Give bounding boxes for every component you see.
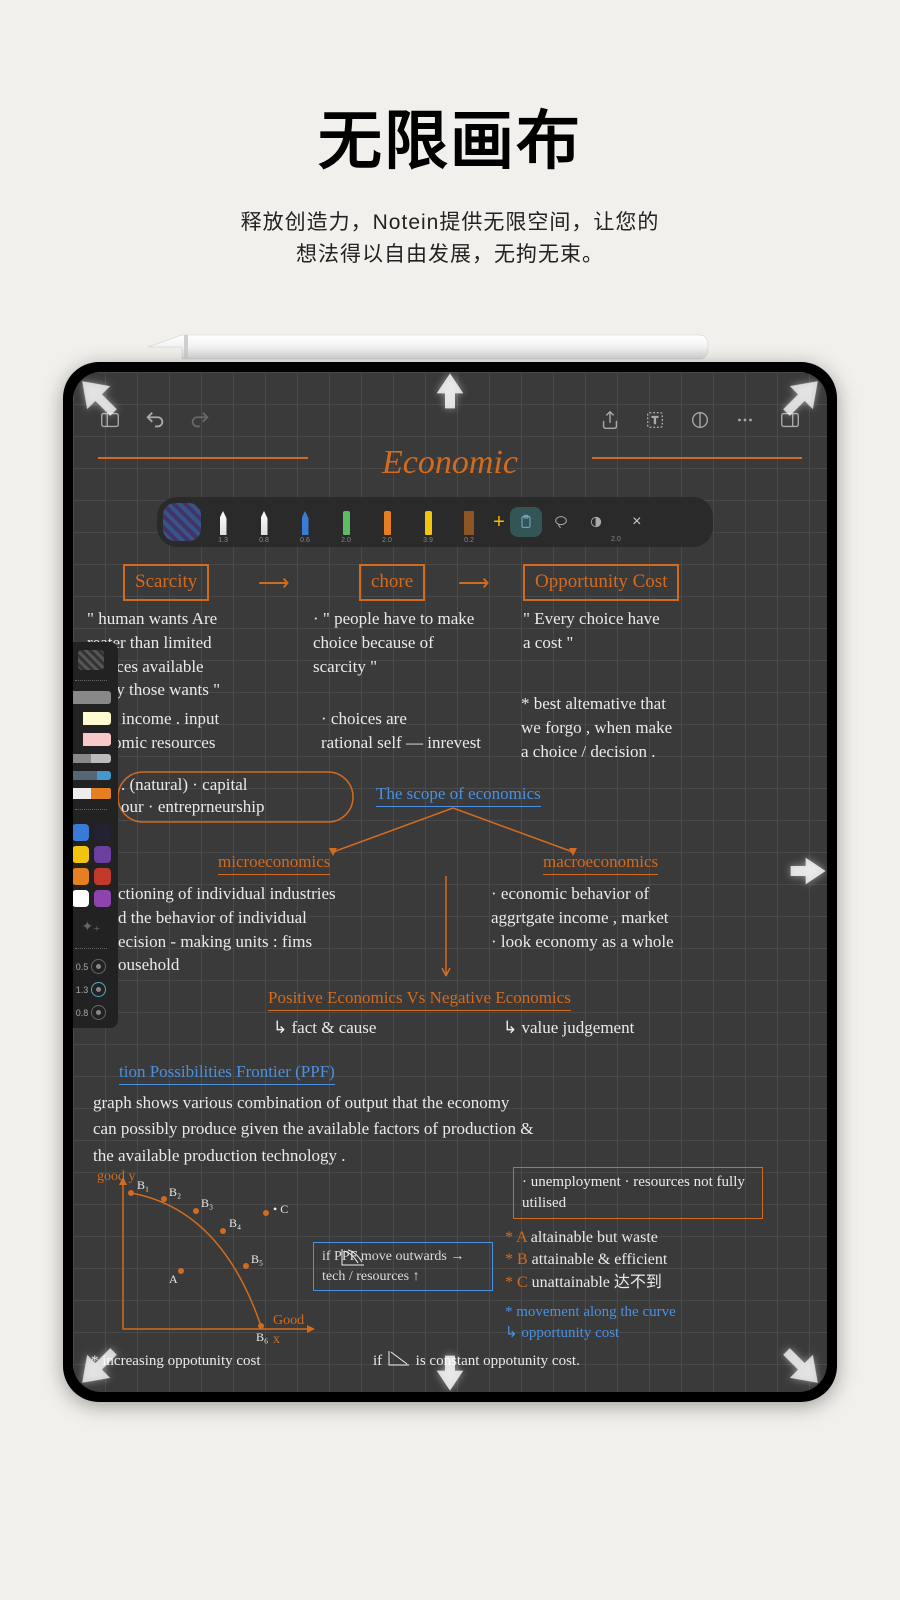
eraser-tool[interactable]: [580, 507, 612, 537]
color-swatch-5[interactable]: [94, 868, 111, 885]
color-swatch-2[interactable]: [73, 846, 89, 863]
current-swatch[interactable]: [163, 503, 201, 541]
svg-text:B₆: B₆: [256, 1330, 268, 1344]
brush-tool-4[interactable]: [73, 754, 111, 763]
pen-3[interactable]: 2.0: [327, 497, 365, 547]
svg-text:T: T: [652, 416, 658, 427]
stylus-hero-image: [140, 330, 710, 364]
clipboard-tool[interactable]: [510, 507, 542, 537]
marketing-subtitle: 释放创造力，Notein提供无限空间，让您的想法得以自由发展，无拘无束。: [0, 207, 900, 270]
svg-text:B₅: B₅: [251, 1252, 263, 1266]
pen-0[interactable]: 1.3: [204, 497, 242, 547]
shape-icon[interactable]: [685, 405, 715, 435]
pen-5[interactable]: 3.9: [409, 497, 447, 547]
side-toolbar[interactable]: ✦₊ 0.5 1.3 0.8: [73, 642, 118, 1028]
expand-arrow-e: [789, 851, 827, 891]
brush-tool-2[interactable]: [73, 712, 111, 725]
brush-tool-6[interactable]: [73, 788, 111, 799]
color-swatch-6[interactable]: [73, 890, 89, 907]
brush-tool-5[interactable]: [73, 771, 111, 780]
color-swatch-3[interactable]: [94, 846, 111, 863]
size-0[interactable]: 0.5: [76, 959, 107, 974]
color-swatch-0[interactable]: [73, 824, 89, 841]
pen-6[interactable]: 0.2: [450, 497, 488, 547]
box-opportunity: Opportunity Cost: [523, 564, 679, 601]
redo-icon[interactable]: [185, 405, 215, 435]
color-swatch-7[interactable]: [94, 890, 111, 907]
svg-text:B₃: B₃: [201, 1196, 213, 1210]
size-1[interactable]: 1.3: [76, 982, 107, 997]
close-toolbar-button[interactable]: ×: [624, 513, 650, 531]
svg-text:B₄: B₄: [229, 1216, 241, 1230]
text-icon[interactable]: T: [640, 405, 670, 435]
pattern-swatch[interactable]: [78, 650, 104, 670]
size-2[interactable]: 0.8: [76, 1005, 107, 1020]
lasso-tool[interactable]: [545, 507, 577, 537]
color-swatch-4[interactable]: [73, 868, 89, 885]
more-icon[interactable]: [730, 405, 760, 435]
marketing-title: 无限画布: [0, 0, 900, 207]
color-swatch-1[interactable]: [94, 824, 111, 841]
expand-arrow-n: [430, 372, 470, 410]
pen-4[interactable]: 2.0: [368, 497, 406, 547]
pen-2[interactable]: 0.6: [286, 497, 324, 547]
svg-text:B₂: B₂: [169, 1185, 181, 1199]
svg-text:A: A: [169, 1272, 178, 1286]
svg-text:B₁: B₁: [137, 1178, 149, 1192]
expand-arrow-s: [430, 1354, 470, 1392]
box-chore: chore: [359, 564, 425, 601]
brush-tool-3[interactable]: [73, 733, 111, 746]
favorite-icon[interactable]: ✦₊: [81, 918, 100, 935]
share-icon[interactable]: [595, 405, 625, 435]
app-screen: T Economic 1.30.80.62.02.03.90.2 + 2.0 ×: [73, 372, 827, 1392]
undo-icon[interactable]: [140, 405, 170, 435]
brush-tool-1[interactable]: [73, 691, 111, 704]
pen-toolbar[interactable]: 1.30.80.62.02.03.90.2 + 2.0 ×: [157, 497, 713, 547]
ppf-if-box: if PPF move outwards → tech / resources …: [313, 1242, 493, 1291]
side-box: · unemployment · resources not fully uti…: [513, 1167, 763, 1219]
svg-text:• C: • C: [273, 1202, 288, 1216]
eraser-size: 2.0: [611, 536, 621, 547]
tablet-frame: T Economic 1.30.80.62.02.03.90.2 + 2.0 ×: [63, 362, 837, 1402]
add-pen-button[interactable]: +: [491, 511, 507, 534]
box-scarcity: Scarcity: [123, 564, 209, 601]
pen-1[interactable]: 0.8: [245, 497, 283, 547]
